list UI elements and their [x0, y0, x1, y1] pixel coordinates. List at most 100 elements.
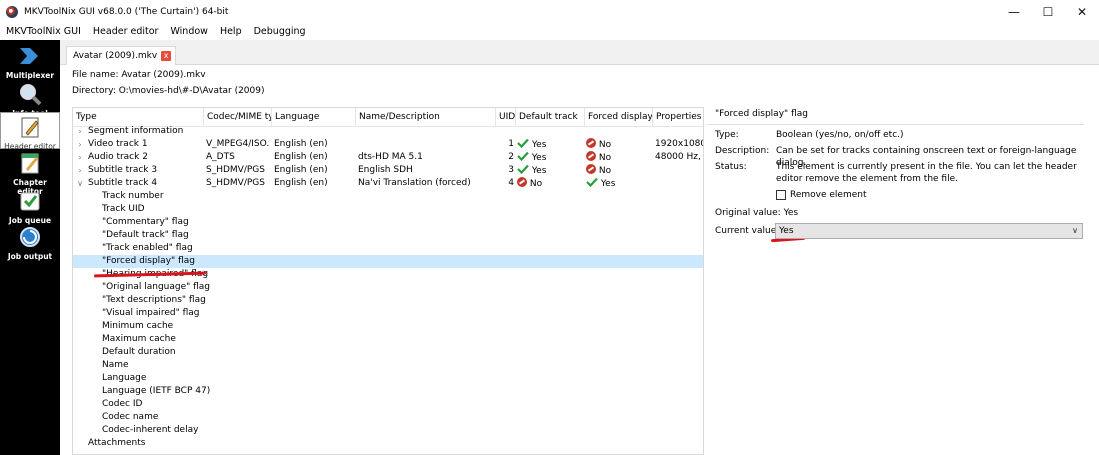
tree-row[interactable]: "Default track" flag: [73, 229, 703, 242]
detail-divider: [707, 124, 1084, 125]
tree-row-element: Name: [102, 360, 129, 370]
tree-row[interactable]: "Track enabled" flag: [73, 242, 703, 255]
no-entry-icon: [517, 177, 527, 187]
tree-row-element: "Default track" flag: [102, 230, 189, 240]
tree-row[interactable]: Maximum cache: [73, 333, 703, 346]
tree-row[interactable]: "Text descriptions" flag: [73, 294, 703, 307]
tree-row-forced-text: No: [596, 166, 612, 176]
status-value: This element is currently present in the…: [776, 162, 1077, 184]
tree-row[interactable]: Minimum cache: [73, 320, 703, 333]
tree-row-forced: Yes: [586, 177, 615, 190]
chevron-right-icon[interactable]: ›: [76, 164, 84, 177]
tree-row-attachments[interactable]: Attachments: [73, 437, 703, 450]
menu-debugging[interactable]: Debugging: [248, 23, 312, 40]
tree-row-element: Codec-inherent delay: [102, 425, 199, 435]
tree-row-forced: No: [586, 151, 611, 164]
tree-row-forced: No: [586, 138, 611, 151]
header-editor-icon: [21, 117, 39, 138]
title-bar: MKVToolNix GUI v68.0.0 ('The Curtain') 6…: [0, 0, 1099, 23]
tree-row-type: Video track 1: [88, 139, 148, 149]
tree-row-selected[interactable]: "Forced display" flag: [73, 255, 703, 268]
tree-row-type: Subtitle track 3: [88, 165, 158, 175]
tree-row-properties: [655, 177, 703, 190]
checkmark-icon: [517, 151, 529, 161]
tree-row[interactable]: Track number: [73, 190, 703, 203]
tree-row-type: Attachments: [88, 438, 146, 448]
tree-row[interactable]: › Subtitle track 3 S_HDMV/PGS English (en) E…: [73, 164, 703, 177]
tree-row[interactable]: Track UID: [73, 203, 703, 216]
current-value-select[interactable]: Yes ∨: [775, 223, 1083, 239]
tree-row-default: Yes: [517, 151, 546, 164]
tree-row-default: Yes: [517, 164, 546, 177]
tree-row-element: "Forced display" flag: [102, 256, 195, 266]
tree-row[interactable]: Language: [73, 372, 703, 385]
tree-row-default: Yes: [517, 138, 546, 151]
tree-row[interactable]: › Segment information: [73, 125, 703, 138]
tree-row[interactable]: ∨ Subtitle track 4 S_HDMV/PGS English (en) N…: [73, 177, 703, 190]
tree-row-name: Na'vi Translation (forced): [358, 178, 471, 188]
tree-row[interactable]: Default duration: [73, 346, 703, 359]
chevron-right-icon[interactable]: ›: [76, 151, 84, 164]
no-entry-icon: [586, 138, 596, 148]
tree-row-language: English (en): [274, 152, 328, 162]
file-tab-label: Avatar (2009).mkv: [73, 51, 158, 61]
tree-row[interactable]: "Original language" flag: [73, 281, 703, 294]
tree-row-language: English (en): [274, 178, 328, 188]
tree-row[interactable]: Codec name: [73, 411, 703, 424]
tree-row-properties: [655, 164, 703, 177]
menu-help[interactable]: Help: [214, 23, 248, 40]
maximize-button[interactable]: ☐: [1031, 0, 1065, 23]
minimize-button[interactable]: —: [997, 0, 1031, 23]
tree-row-codec: S_HDMV/PGS: [206, 178, 265, 188]
menu-mkvtoolnix-gui[interactable]: MKVToolNix GUI: [0, 23, 87, 40]
tree-row-language: English (en): [274, 165, 328, 175]
status-label: Status:: [715, 162, 747, 172]
menu-header-editor[interactable]: Header editor: [87, 23, 165, 40]
tree-row-uid: 2: [508, 152, 514, 162]
sidebar-item-multiplexer[interactable]: Multiplexer: [0, 44, 60, 80]
chevron-down-icon[interactable]: ∨: [76, 177, 84, 190]
tree-row-codec: S_HDMV/PGS: [206, 165, 265, 175]
original-value: Yes: [783, 208, 799, 218]
chevron-right-icon[interactable]: ›: [76, 125, 84, 138]
tree-row[interactable]: Codec-inherent delay: [73, 424, 703, 437]
tree-row[interactable]: › Audio track 2 A_DTS English (en) dts-HD MA…: [73, 151, 703, 164]
tree-row-element: "Original language" flag: [102, 282, 211, 292]
chevron-right-icon[interactable]: ›: [76, 138, 84, 151]
close-button[interactable]: ✕: [1065, 0, 1099, 23]
mkvtoolnix-app-icon: [6, 5, 18, 18]
info-tool-icon: [20, 84, 42, 106]
original-value-caption: Original value:: [715, 208, 781, 218]
menu-window[interactable]: Window: [164, 23, 213, 40]
tree-row-properties: 48000 Hz, 6: [655, 152, 704, 162]
tree-row[interactable]: Codec ID: [73, 398, 703, 411]
file-name-line: File name: Avatar (2009).mkv: [72, 70, 206, 80]
remove-element-checkbox[interactable]: [776, 190, 786, 200]
file-tab[interactable]: Avatar (2009).mkv x: [66, 46, 177, 65]
multiplexer-icon: [20, 48, 38, 64]
tree-row-element: Track UID: [102, 204, 145, 214]
tree-row[interactable]: Name: [73, 359, 703, 372]
tree-row[interactable]: Language (IETF BCP 47): [73, 385, 703, 398]
directory-line: Directory: O:\movies-hd\#-D\Avatar (2009…: [72, 86, 265, 96]
tree-row[interactable]: › Video track 1 V_MPEG4/ISO... English (en)…: [73, 138, 703, 151]
tree-row-type: Segment information: [88, 126, 184, 136]
tree-row[interactable]: "Visual impaired" flag: [73, 307, 703, 320]
description-label: Description:: [715, 146, 770, 156]
current-value-label: Current value:: [715, 226, 780, 236]
tree-row-name: dts-HD MA 5.1: [358, 152, 423, 162]
tree-row-codec: A_DTS: [206, 152, 235, 162]
sidebar-item-job-output[interactable]: Job output: [0, 225, 60, 261]
remove-element-label[interactable]: Remove element: [790, 190, 867, 200]
checkmark-icon: [517, 138, 529, 148]
checkmark-icon: [517, 164, 529, 174]
original-value-label: Original value: Yes: [715, 208, 798, 218]
element-tree[interactable]: Type Codec/MIME typ Language Name/Descri…: [72, 107, 704, 455]
tree-row-element: Codec ID: [102, 399, 143, 409]
sidebar-item-header-editor[interactable]: Header editor: [0, 112, 60, 151]
tab-close-icon[interactable]: x: [161, 51, 172, 61]
tree-row[interactable]: "Commentary" flag: [73, 216, 703, 229]
tree-row-element: Minimum cache: [102, 321, 174, 331]
sidebar-item-job-queue[interactable]: Job queue: [0, 189, 60, 225]
tree-row-element: Language (IETF BCP 47): [102, 386, 211, 396]
